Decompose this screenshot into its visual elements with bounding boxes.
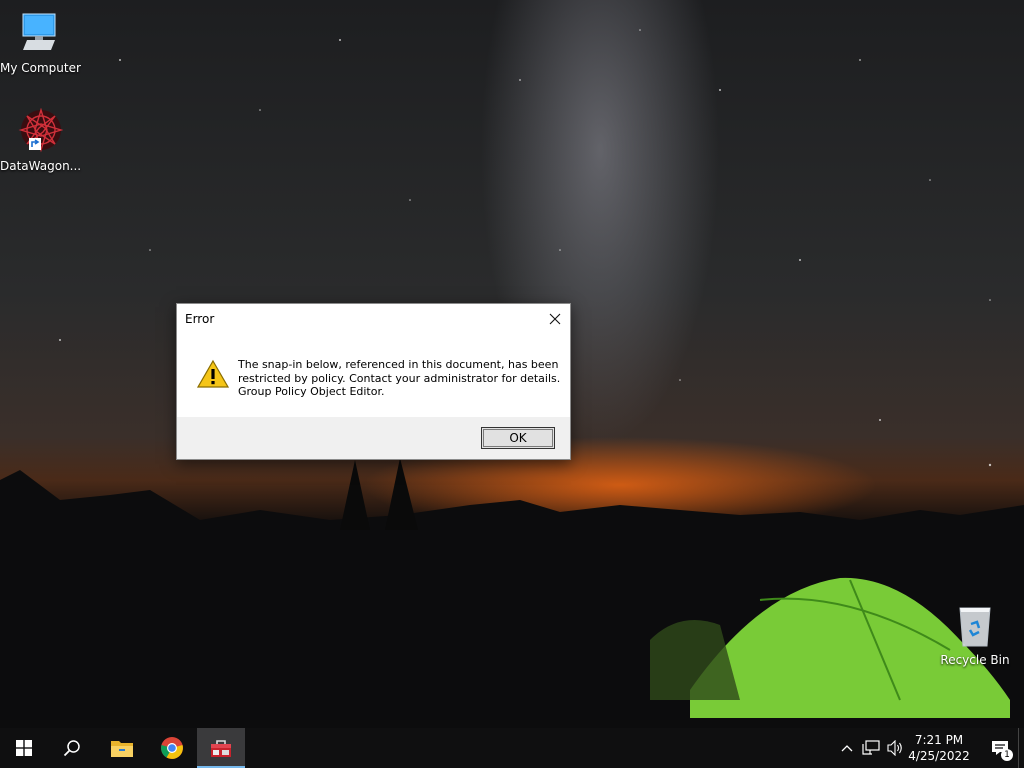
close-button[interactable] — [540, 304, 570, 334]
dialog-message: The snap-in below, referenced in this do… — [238, 358, 561, 399]
taskbar-file-explorer[interactable] — [98, 728, 146, 768]
toolbox-app-icon — [211, 740, 231, 757]
file-explorer-icon — [111, 741, 133, 757]
desktop-icon-label: My Computer — [0, 61, 81, 75]
speaker-icon — [887, 740, 902, 756]
ok-button[interactable]: OK — [481, 427, 555, 449]
datawagon-shortcut-icon — [15, 107, 64, 156]
clock-time: 7:21 PM — [914, 733, 964, 747]
desktop-icon-recycle-bin[interactable]: Recycle Bin — [936, 602, 1014, 667]
taskbar-toolbox-app[interactable] — [197, 728, 245, 768]
network-button[interactable] — [860, 728, 882, 768]
network-icon — [862, 740, 880, 755]
taskbar-clock[interactable]: 7:21 PM 4/25/2022 — [906, 732, 972, 764]
error-dialog: Error The snap-in below, referenced in t… — [176, 303, 571, 460]
volume-button[interactable] — [884, 728, 906, 768]
desktop-icon-my-computer[interactable]: My Computer — [0, 10, 81, 75]
show-desktop-button[interactable] — [1018, 728, 1024, 768]
show-hidden-icons-button[interactable] — [838, 728, 856, 768]
chrome-icon — [161, 737, 183, 759]
dialog-message-line: Group Policy Object Editor. — [238, 385, 385, 398]
dialog-message-line: The snap-in below, referenced in this do… — [238, 358, 559, 371]
chevron-up-icon — [841, 745, 853, 752]
search-icon — [63, 740, 80, 757]
clock-date: 4/25/2022 — [908, 749, 970, 763]
desktop-icon-label: DataWagon... — [0, 159, 82, 173]
close-icon — [549, 313, 561, 325]
desktop-icon-datawagon[interactable]: DataWagon... — [0, 107, 82, 173]
start-button[interactable] — [0, 728, 48, 768]
notification-count-badge: 1 — [1001, 749, 1013, 761]
desktop-icon-label: Recycle Bin — [940, 653, 1010, 667]
dialog-message-line: restricted by policy. Contact your admin… — [238, 371, 561, 385]
computer-icon — [15, 10, 63, 58]
dialog-footer: OK — [177, 417, 570, 459]
dialog-titlebar[interactable]: Error — [177, 304, 570, 334]
start-icon — [16, 740, 32, 756]
taskbar: 7:21 PM 4/25/2022 1 — [0, 728, 1024, 768]
recycle-bin-icon — [951, 602, 999, 650]
taskbar-chrome[interactable] — [148, 728, 196, 768]
warning-icon — [196, 359, 230, 389]
action-center-button[interactable]: 1 — [980, 728, 1020, 768]
search-button[interactable] — [48, 728, 96, 768]
dialog-title: Error — [185, 312, 215, 326]
